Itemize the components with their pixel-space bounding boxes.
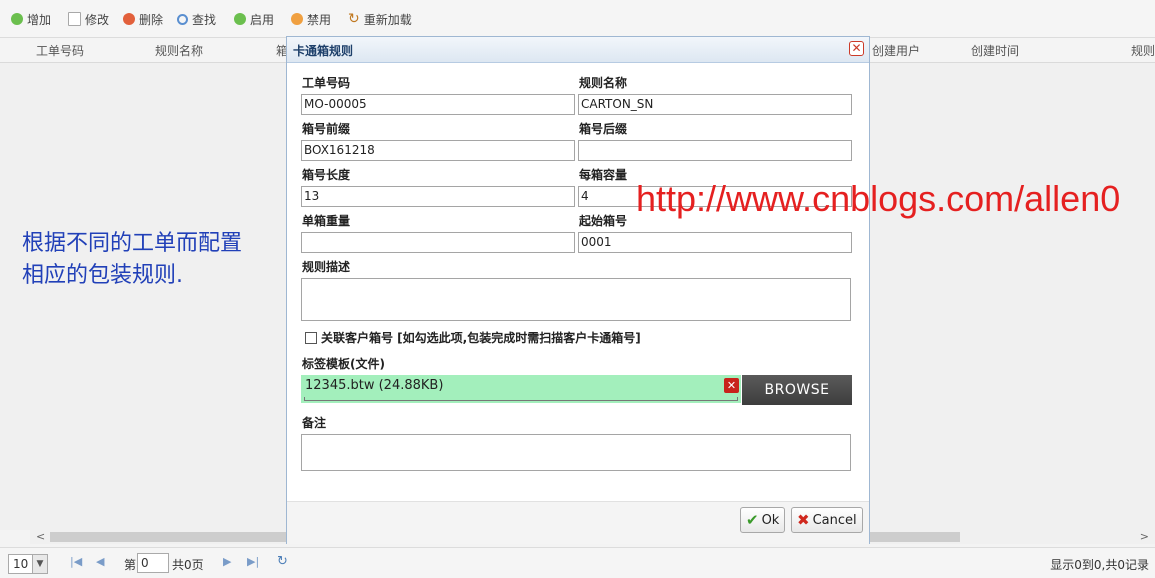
find-button[interactable]: 查找 [177,10,216,28]
check-icon: ✔ [746,511,759,529]
edit-button[interactable]: 修改 [68,10,109,28]
scroll-left-icon[interactable]: < [36,530,45,543]
box-length-field[interactable]: 13 [301,186,575,207]
find-label: 查找 [192,12,217,27]
page-prefix: 第 [124,558,137,572]
page-size-select[interactable]: 10 ▼ [8,554,48,574]
dialog-titlebar[interactable]: 卡通箱规则 ✕ [287,37,869,63]
delete-button[interactable]: 删除 [123,10,163,28]
delete-icon [123,13,135,25]
refresh-icon[interactable]: ↻ [277,554,288,569]
last-page-icon[interactable]: ▶| [247,555,259,568]
check-icon [234,13,246,25]
page-total: 共0页 [172,558,204,572]
edit-label: 修改 [85,12,110,27]
note-line-1: 根据不同的工单而配置 [22,231,243,256]
disable-button[interactable]: 禁用 [291,10,331,28]
column-header-rule-name[interactable]: 规则名称 [155,42,203,59]
edit-icon [68,12,81,26]
start-no-label: 起始箱号 [579,214,628,228]
delete-label: 删除 [139,12,164,27]
blog-url-watermark: http://www.cnblogs.com/allen0 [636,178,1121,219]
box-suffix-field[interactable] [578,140,852,161]
page-size-value: 10 [13,557,29,571]
column-header-rule[interactable]: 规则 [1131,42,1155,59]
box-suffix-label: 箱号后缀 [579,122,628,136]
reload-label: 重新加载 [363,12,412,27]
add-button[interactable]: 增加 [11,10,51,28]
search-icon [177,13,188,25]
carton-rule-dialog: 卡通箱规则 ✕ 工单号码 规则名称 MO-00005 CARTON_SN 箱号前… [286,36,870,544]
close-icon[interactable]: ✕ [849,41,864,56]
scroll-right-icon[interactable]: > [1140,530,1149,543]
work-order-field[interactable]: MO-00005 [301,94,575,115]
disable-label: 禁用 [307,12,332,27]
cancel-icon: ✖ [797,511,810,529]
rule-desc-label: 规则描述 [302,260,351,274]
work-order-label: 工单号码 [302,76,351,90]
pagination-bar: 10 ▼ |◀ ◀ 第 0 共0页 ▶ ▶| ↻ 显示0到0,共0记录 [0,547,1155,578]
ok-label: Ok [761,512,780,528]
label-template-label: 标签模板(文件) [302,357,385,371]
next-page-icon[interactable]: ▶ [223,555,231,568]
box-weight-label: 单箱重量 [302,214,351,228]
warning-icon [291,13,303,25]
box-weight-field[interactable] [301,232,575,253]
start-no-field[interactable]: 0001 [578,232,852,253]
cancel-label: Cancel [812,512,857,528]
add-label: 增加 [27,12,52,27]
annotation-note: 根据不同的工单而配置 相应的包装规则. [22,228,292,292]
prev-page-icon[interactable]: ◀ [96,555,104,568]
reload-button[interactable]: ↻ 重新加载 [348,10,412,28]
toolbar: 增加 修改 删除 查找 启用 禁用 ↻ 重新加载 [0,0,1155,38]
dialog-title: 卡通箱规则 [293,44,354,58]
link-customer-box-label: 关联客户箱号 [如勾选此项,包装完成时需扫描客户卡通箱号] [321,331,641,345]
record-info: 显示0到0,共0记录 [1050,558,1149,572]
add-icon [11,13,23,25]
enable-button[interactable]: 启用 [234,10,274,28]
remarks-label: 备注 [302,416,327,430]
link-customer-box-checkbox[interactable] [305,331,317,344]
box-prefix-field[interactable]: BOX161218 [301,140,575,161]
uploaded-file: 12345.btw (24.88KB) ✕ [301,375,741,403]
note-line-2: 相应的包装规则. [22,263,183,288]
column-header-created-user[interactable]: 创建用户 [872,42,920,59]
rule-desc-textarea[interactable] [301,278,851,321]
link-customer-box-row[interactable]: 关联客户箱号 [如勾选此项,包装完成时需扫描客户卡通箱号] [305,329,641,346]
box-length-label: 箱号长度 [302,168,351,182]
dialog-footer: ✔ Ok ✖ Cancel [287,501,869,544]
enable-label: 启用 [250,12,275,27]
remove-file-icon[interactable]: ✕ [724,378,739,393]
first-page-icon[interactable]: |◀ [70,555,82,568]
column-header-created-time[interactable]: 创建时间 [971,42,1019,59]
file-name: 12345.btw (24.88KB) [305,378,444,393]
rule-name-field[interactable]: CARTON_SN [578,94,852,115]
ok-button[interactable]: ✔ Ok [740,507,786,533]
chevron-down-icon: ▼ [32,555,47,573]
reload-icon: ↻ [348,11,360,27]
box-capacity-label: 每箱容量 [579,168,628,182]
rule-name-label: 规则名称 [579,76,628,90]
browse-button[interactable]: BROWSE [742,375,852,405]
column-header-work-order[interactable]: 工单号码 [36,42,84,59]
remarks-textarea[interactable] [301,434,851,471]
page-number-input[interactable]: 0 [137,553,169,573]
upload-progress-bar [304,397,738,401]
box-prefix-label: 箱号前缀 [302,122,351,136]
cancel-button[interactable]: ✖ Cancel [791,507,863,533]
